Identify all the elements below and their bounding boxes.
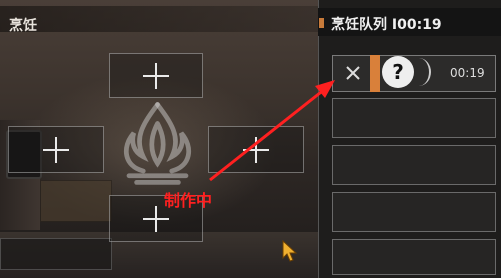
crafting-annotation-label: 制作中 xyxy=(164,191,213,210)
annotation-arrow xyxy=(209,80,335,182)
mouse-cursor-icon xyxy=(282,240,298,262)
